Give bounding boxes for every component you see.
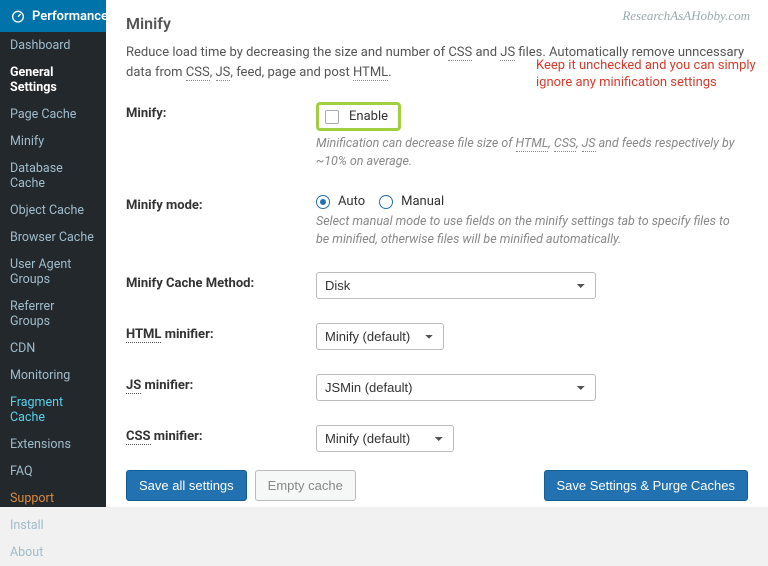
minify-mode-desc: Select manual mode to use fields on the … [316,213,746,248]
performance-icon [10,8,26,24]
sidebar-header[interactable]: Performance ◄ [0,0,106,32]
css-minifier-label: CSS minifier: [126,425,316,444]
html-minifier-label: HTML minifier: [126,323,316,342]
sidebar-item-referrer-groups[interactable]: Referrer Groups [0,293,106,335]
html-minifier-select[interactable]: Minify (default) [316,323,444,350]
minify-mode-label: Minify mode: [126,194,316,213]
radio-auto[interactable] [316,195,330,209]
enable-highlight: Enable [316,102,401,131]
row-html-minifier: HTML minifier: Minify (default) [126,323,748,350]
sidebar-item-database-cache[interactable]: Database Cache [0,155,106,197]
save-all-button[interactable]: Save all settings [126,470,247,501]
sidebar-item-cdn[interactable]: CDN [0,335,106,362]
empty-cache-button[interactable]: Empty cache [255,470,356,501]
sidebar-item-user-agent-groups[interactable]: User Agent Groups [0,251,106,293]
sidebar-item-browser-cache[interactable]: Browser Cache [0,224,106,251]
save-purge-button[interactable]: Save Settings & Purge Caches [544,470,749,501]
sidebar-item-install[interactable]: Install [0,512,106,539]
cache-method-select[interactable]: Disk [316,272,596,299]
sidebar-item-about[interactable]: About [0,539,106,566]
sidebar-item-page-cache[interactable]: Page Cache [0,101,106,128]
sidebar-item-dashboard[interactable]: Dashboard [0,32,106,59]
js-minifier-select[interactable]: JSMin (default) [316,374,596,401]
row-minify: Minify: Enable Minification can decrease… [126,102,748,170]
row-cache-method: Minify Cache Method: Disk [126,272,748,299]
sidebar-item-minify[interactable]: Minify [0,128,106,155]
watermark: ResearchAsAHobby.com [622,8,750,24]
minify-label: Minify: [126,102,316,121]
enable-label: Enable [347,109,388,124]
sidebar-item-monitoring[interactable]: Monitoring [0,362,106,389]
sidebar: Performance ◄ Dashboard General Settings… [0,0,106,507]
row-js-minifier: JS minifier: JSMin (default) [126,374,748,401]
sidebar-item-object-cache[interactable]: Object Cache [0,197,106,224]
enable-checkbox[interactable] [325,110,339,124]
row-minify-mode: Minify mode: Auto Manual Select manual m… [126,194,748,248]
radio-auto-label: Auto [338,194,365,209]
minify-desc: Minification can decrease file size of H… [316,135,746,170]
cache-method-label: Minify Cache Method: [126,272,316,291]
main-content: ResearchAsAHobby.com Minify Reduce load … [106,0,768,507]
radio-manual-label: Manual [401,194,444,209]
row-css-minifier: CSS minifier: Minify (default) [126,425,748,452]
css-minifier-select[interactable]: Minify (default) [316,425,454,452]
sidebar-header-label: Performance [32,9,108,24]
sidebar-item-faq[interactable]: FAQ [0,458,106,485]
sidebar-item-extensions[interactable]: Extensions [0,431,106,458]
annotation-note: Keep it unchecked and you can simply ign… [536,58,768,92]
sidebar-item-fragment-cache[interactable]: Fragment Cache [0,389,106,431]
js-minifier-label: JS minifier: [126,374,316,393]
sidebar-item-general-settings[interactable]: General Settings [0,59,106,101]
radio-manual[interactable] [379,195,393,209]
button-row: Save all settings Empty cache Save Setti… [126,470,748,501]
sidebar-items: Dashboard General Settings Page Cache Mi… [0,32,106,566]
sidebar-item-support[interactable]: Support [0,485,106,512]
